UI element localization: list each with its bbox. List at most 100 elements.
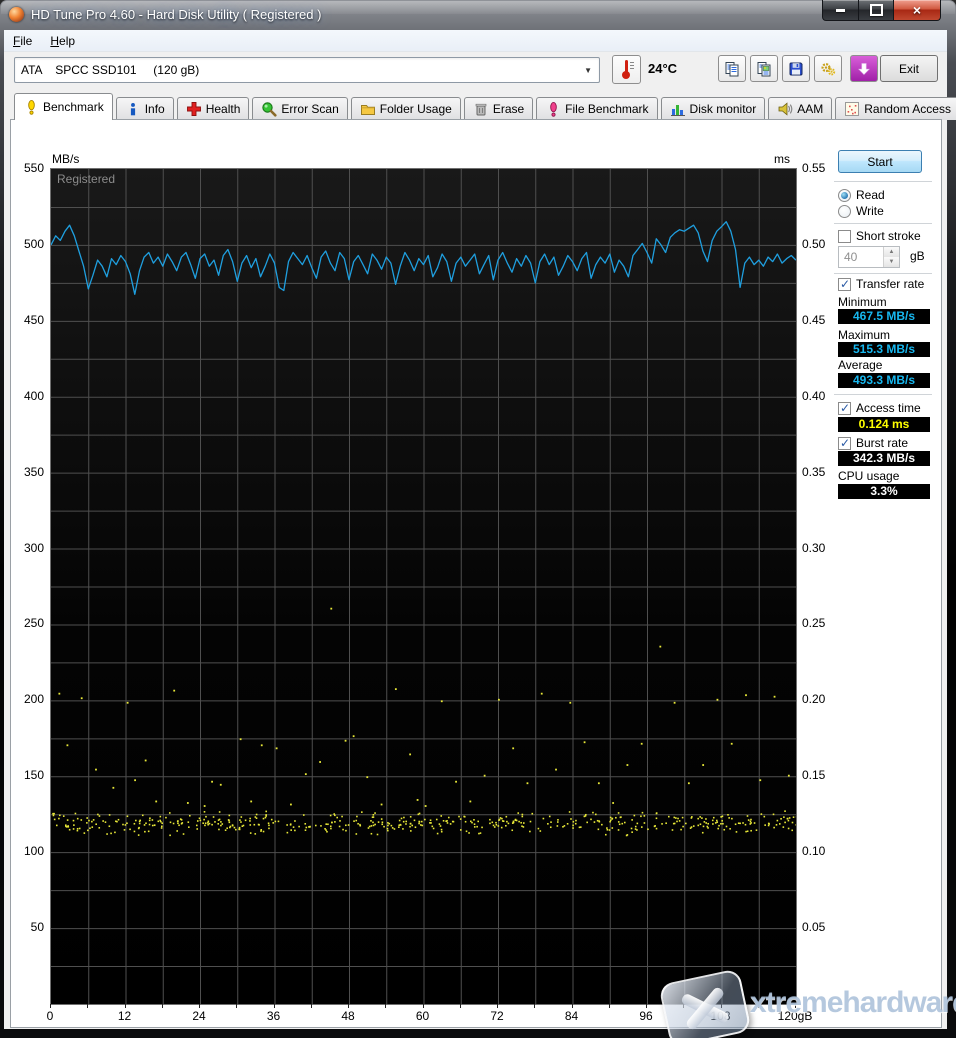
right-axis-title: ms <box>774 152 790 166</box>
xtremehardware-watermark-text: xtremehardware.com <box>750 986 956 1020</box>
burst-rate-checkbox-row[interactable]: Burst rate <box>838 436 908 450</box>
average-value: 493.3 MB/s <box>838 373 930 388</box>
device-selector-value: ATA SPCC SSD101 (120 gB) <box>15 63 199 77</box>
tab-label: Info <box>145 102 165 116</box>
tab-strip: Benchmark Info Health Error Scan Folder Usag… <box>14 94 956 120</box>
y-axis-right-label: 0.15 <box>802 768 842 782</box>
minimize-button[interactable] <box>822 0 859 21</box>
spinner-buttons[interactable]: ▲ ▼ <box>883 247 899 267</box>
tab-health[interactable]: Health <box>177 97 250 120</box>
title-bar[interactable]: HD Tune Pro 4.60 - Hard Disk Utility ( R… <box>0 0 956 30</box>
transfer-rate-checkbox-row[interactable]: Transfer rate <box>838 277 924 291</box>
y-axis-left-label: 350 <box>10 465 44 479</box>
x-axis-tick <box>646 1004 647 1008</box>
tab-label: Folder Usage <box>380 102 452 116</box>
tab-label: Benchmark <box>43 100 104 114</box>
minimize-icon <box>836 9 845 12</box>
read-radio[interactable]: Read <box>838 188 885 202</box>
benchmark-icon <box>23 99 39 115</box>
start-button[interactable]: Start <box>838 150 922 173</box>
copy-image-icon <box>756 61 772 77</box>
y-axis-right-label: 0.35 <box>802 465 842 479</box>
separator <box>834 181 932 185</box>
x-axis-tick <box>87 1004 88 1008</box>
x-axis-label: 0 <box>26 1009 74 1023</box>
tab-label: Erase <box>493 102 524 116</box>
x-axis-tick <box>348 1004 349 1008</box>
app-window: HD Tune Pro 4.60 - Hard Disk Utility ( R… <box>0 0 956 1038</box>
tab-folder-usage[interactable]: Folder Usage <box>351 97 461 120</box>
y-axis-left-label: 550 <box>10 161 44 175</box>
y-axis-right-label: 0.45 <box>802 313 842 327</box>
copy-image-button[interactable] <box>750 55 778 82</box>
left-axis-title: MB/s <box>52 152 79 166</box>
average-label: Average <box>838 358 882 372</box>
x-axis-tick <box>423 1004 424 1008</box>
device-selector[interactable]: ATA SPCC SSD101 (120 gB) ▼ <box>14 57 600 83</box>
y-axis-left-label: 100 <box>10 844 44 858</box>
y-axis-right-label: 0.05 <box>802 920 842 934</box>
tab-label: File Benchmark <box>565 102 648 116</box>
access-time-value: 0.124 ms <box>838 417 930 432</box>
tab-info[interactable]: Info <box>116 97 174 120</box>
x-axis-tick <box>497 1004 498 1008</box>
settings-button[interactable] <box>814 55 842 82</box>
close-button[interactable]: × <box>894 0 941 21</box>
burst-rate-checkbox[interactable] <box>838 437 851 450</box>
x-axis-label: 72 <box>473 1009 521 1023</box>
cpu-usage-label: CPU usage <box>838 469 899 483</box>
tab-error-scan[interactable]: Error Scan <box>252 97 347 120</box>
aam-icon <box>777 101 793 117</box>
window-title: HD Tune Pro 4.60 - Hard Disk Utility ( R… <box>31 7 321 22</box>
save-icon <box>788 61 804 77</box>
tab-label: Error Scan <box>281 102 338 116</box>
copy-text-button[interactable] <box>718 55 746 82</box>
minimum-value: 467.5 MB/s <box>838 309 930 324</box>
access-time-checkbox[interactable] <box>838 402 851 415</box>
tab-label: Health <box>206 102 241 116</box>
short-stroke-unit-label: gB <box>910 249 925 263</box>
y-axis-left-label: 50 <box>10 920 44 934</box>
short-stroke-checkbox-row[interactable]: Short stroke <box>838 229 921 243</box>
maximum-value: 515.3 MB/s <box>838 342 930 357</box>
tab-label: Random Access <box>864 102 951 116</box>
spinner-up-icon[interactable]: ▲ <box>884 247 899 257</box>
maximize-button[interactable] <box>859 0 894 21</box>
maximum-label: Maximum <box>838 328 890 342</box>
tab-aam[interactable]: AAM <box>768 97 832 120</box>
x-axis-label: 60 <box>399 1009 447 1023</box>
short-stroke-checkbox[interactable] <box>838 230 851 243</box>
y-axis-left-label: 150 <box>10 768 44 782</box>
info-icon <box>125 101 141 117</box>
write-radio-circle[interactable] <box>838 205 851 218</box>
write-radio[interactable]: Write <box>838 204 884 218</box>
exit-button[interactable]: Exit <box>880 55 938 82</box>
close-icon: × <box>913 3 921 17</box>
read-radio-circle[interactable] <box>838 189 851 202</box>
x-axis-tick <box>50 1004 51 1008</box>
minimum-label: Minimum <box>838 295 887 309</box>
transfer-rate-checkbox[interactable] <box>838 278 851 291</box>
update-icon <box>856 61 872 77</box>
short-stroke-label: Short stroke <box>856 229 921 243</box>
tab-disk-monitor[interactable]: Disk monitor <box>661 97 766 120</box>
y-axis-right-label: 0.55 <box>802 161 842 175</box>
menu-item-help[interactable]: Help <box>41 32 84 50</box>
spinner-down-icon[interactable]: ▼ <box>884 257 899 267</box>
tab-benchmark[interactable]: Benchmark <box>14 93 113 120</box>
cpu-usage-value: 3.3% <box>838 484 930 499</box>
temperature-button[interactable] <box>612 55 641 84</box>
y-axis-left-label: 250 <box>10 616 44 630</box>
short-stroke-size-spinner[interactable]: 40 ▲ ▼ <box>838 246 900 268</box>
tab-file-benchmark[interactable]: File Benchmark <box>536 97 657 120</box>
update-button[interactable] <box>850 55 878 82</box>
short-stroke-size-value: 40 <box>839 250 883 264</box>
access-time-checkbox-row[interactable]: Access time <box>838 401 921 415</box>
x-axis-tick <box>534 1004 535 1008</box>
tab-random-access[interactable]: Random Access <box>835 97 956 120</box>
menu-item-file[interactable]: File <box>4 32 41 50</box>
tab-erase[interactable]: Erase <box>464 97 533 120</box>
x-axis-tick <box>236 1004 237 1008</box>
y-axis-right-label: 0.30 <box>802 541 842 555</box>
save-button[interactable] <box>782 55 810 82</box>
